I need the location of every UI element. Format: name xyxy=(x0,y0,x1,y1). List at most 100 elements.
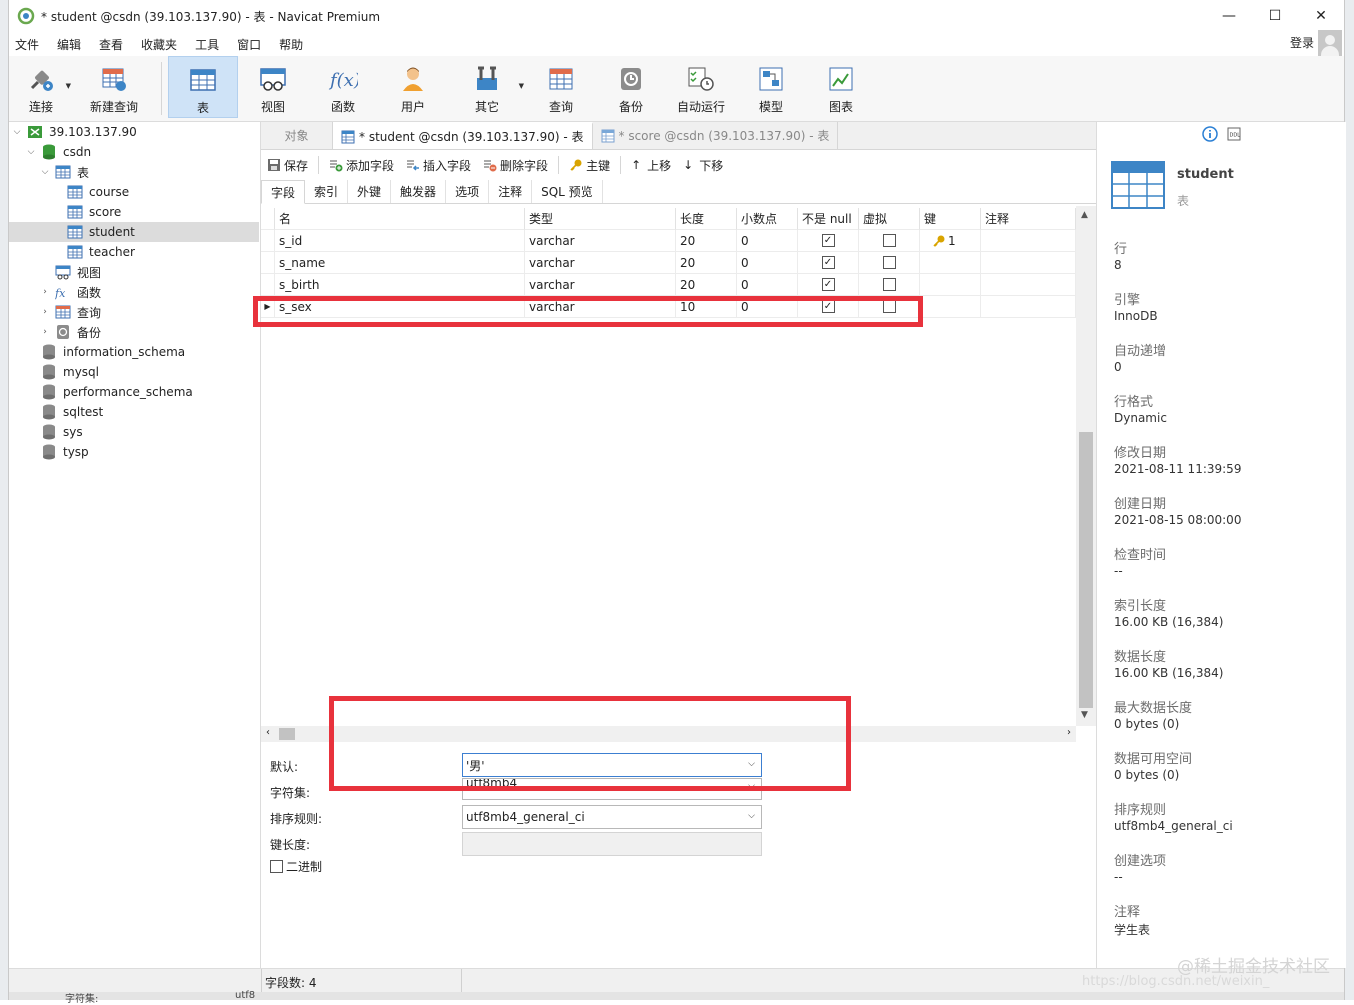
move-down-button[interactable]: ↓ 下移 xyxy=(677,157,729,174)
field-decimals-cell[interactable]: 0 xyxy=(737,296,798,318)
tree-views-group[interactable]: 视图 xyxy=(55,262,101,282)
not-null-cell[interactable]: ✓ xyxy=(798,274,859,296)
login-link[interactable]: 登录 xyxy=(1290,34,1314,51)
comment-cell[interactable] xyxy=(981,296,1076,318)
charset-select[interactable]: utf8mb4 ⌵ xyxy=(462,778,762,800)
tab-foreign-keys[interactable]: 外键 xyxy=(348,180,392,203)
table-row[interactable]: s_birth varchar 20 0 ✓ xyxy=(261,274,1076,296)
move-up-button[interactable]: ↑ 上移 xyxy=(625,157,677,174)
tab-fields[interactable]: 字段 xyxy=(261,180,306,204)
column-header[interactable]: 虚拟 xyxy=(859,208,920,230)
menu-edit[interactable]: 编辑 xyxy=(51,36,93,53)
scroll-up-icon[interactable]: ▲ xyxy=(1081,210,1088,220)
ddl-icon[interactable]: DDL xyxy=(1227,127,1241,141)
toolbar-autorun-button[interactable]: 自动运行 xyxy=(666,56,736,118)
grid-horizontal-scrollbar[interactable]: ‹ › xyxy=(261,726,1076,742)
virtual-checkbox[interactable] xyxy=(882,256,896,269)
table-row[interactable]: ▶ s_sex varchar 10 0 ✓ xyxy=(261,296,1076,318)
field-name-cell[interactable]: s_birth xyxy=(275,274,525,296)
tree-tables-group[interactable]: ⌵ 表 xyxy=(39,162,89,182)
column-header[interactable]: 键 xyxy=(920,208,981,230)
column-header[interactable]: 不是 null xyxy=(798,208,859,230)
toolbar-table-button[interactable]: 表 xyxy=(168,56,238,118)
tree-table-student[interactable]: student xyxy=(9,222,259,242)
scroll-down-icon[interactable]: ▼ xyxy=(1081,710,1088,720)
comment-cell[interactable] xyxy=(981,252,1076,274)
field-decimals-cell[interactable]: 0 xyxy=(737,274,798,296)
primary-key-button[interactable]: 主键 xyxy=(563,157,616,174)
chevron-down-icon[interactable]: ⌵ xyxy=(748,781,755,791)
info-icon[interactable] xyxy=(1202,126,1218,142)
scroll-right-icon[interactable]: › xyxy=(1067,727,1071,738)
field-decimals-cell[interactable]: 0 xyxy=(737,230,798,252)
chevron-down-icon[interactable]: ⌵ xyxy=(748,811,755,821)
maximize-button[interactable]: ☐ xyxy=(1252,0,1298,32)
default-value-combo[interactable]: '男' ⌵ xyxy=(462,753,762,777)
tab-triggers[interactable]: 触发器 xyxy=(391,180,447,203)
toolbar-model-button[interactable]: 模型 xyxy=(736,56,806,118)
grid-vertical-scrollbar[interactable]: ▲ ▼ xyxy=(1076,206,1096,726)
column-header[interactable]: 注释 xyxy=(981,208,1076,230)
toolbar-chart-button[interactable]: 图表 xyxy=(806,56,876,118)
delete-field-button[interactable]: 删除字段 xyxy=(477,157,554,174)
menu-favorites[interactable]: 收藏夹 xyxy=(135,36,189,53)
toolbar-new-query-button[interactable]: 新建查询 xyxy=(73,56,155,118)
tree-database-mysql[interactable]: mysql xyxy=(41,362,99,382)
not-null-cell[interactable]: ✓ xyxy=(798,296,859,318)
virtual-cell[interactable] xyxy=(859,230,920,252)
key-cell[interactable]: 1 xyxy=(920,230,981,252)
toolbar-query-button[interactable]: 查询 xyxy=(526,56,596,118)
menu-window[interactable]: 窗口 xyxy=(231,36,273,53)
tab-student-table[interactable]: * student @csdn (39.103.137.90) - 表 xyxy=(333,122,593,149)
field-type-cell[interactable]: varchar xyxy=(525,252,676,274)
menu-help[interactable]: 帮助 xyxy=(273,36,315,53)
save-button[interactable]: 保存 xyxy=(261,157,314,174)
column-header[interactable]: 名 xyxy=(275,208,525,230)
comment-cell[interactable] xyxy=(981,230,1076,252)
not-null-checkbox[interactable]: ✓ xyxy=(821,278,835,291)
virtual-checkbox[interactable] xyxy=(882,234,896,247)
close-button[interactable]: ✕ xyxy=(1298,0,1344,32)
column-header[interactable]: 长度 xyxy=(676,208,737,230)
avatar[interactable] xyxy=(1318,30,1342,56)
column-header[interactable]: 类型 xyxy=(525,208,676,230)
tree-database-performance-schema[interactable]: performance_schema xyxy=(41,382,193,402)
chevron-down-icon[interactable]: ⌵ xyxy=(748,759,755,769)
tree-table-score[interactable]: score xyxy=(67,202,121,222)
tree-queries-group[interactable]: › 查询 xyxy=(39,302,101,322)
insert-field-button[interactable]: 插入字段 xyxy=(400,157,477,174)
tree-table-course[interactable]: course xyxy=(67,182,129,202)
toolbar-connect-button[interactable]: 连接 ▼ xyxy=(9,56,73,118)
tab-comment[interactable]: 注释 xyxy=(489,180,533,203)
tree-functions-group[interactable]: › fx 函数 xyxy=(39,282,101,302)
menu-tools[interactable]: 工具 xyxy=(189,36,231,53)
toolbar-function-button[interactable]: f(x) 函数 xyxy=(308,56,378,118)
add-field-button[interactable]: 添加字段 xyxy=(323,157,400,174)
scrollbar-thumb[interactable] xyxy=(1079,432,1093,708)
tree-database-csdn[interactable]: ⌵ csdn xyxy=(25,142,91,162)
field-name-cell[interactable]: s_name xyxy=(275,252,525,274)
tree-server[interactable]: ⌵ 39.103.137.90 xyxy=(11,122,137,142)
comment-cell[interactable] xyxy=(981,274,1076,296)
table-row[interactable]: s_name varchar 20 0 ✓ xyxy=(261,252,1076,274)
virtual-cell[interactable] xyxy=(859,252,920,274)
virtual-checkbox[interactable] xyxy=(882,278,896,291)
key-cell[interactable] xyxy=(920,274,981,296)
virtual-checkbox[interactable] xyxy=(882,300,896,313)
tree-database-tysp[interactable]: tysp xyxy=(41,442,89,462)
field-length-cell[interactable]: 20 xyxy=(676,274,737,296)
scrollbar-thumb[interactable] xyxy=(279,728,295,740)
virtual-cell[interactable] xyxy=(859,274,920,296)
key-cell[interactable] xyxy=(920,296,981,318)
tree-database-information-schema[interactable]: information_schema xyxy=(41,342,185,362)
menu-file[interactable]: 文件 xyxy=(9,36,51,53)
not-null-checkbox[interactable]: ✓ xyxy=(821,234,835,247)
table-row[interactable]: s_id varchar 20 0 ✓ 1 xyxy=(261,230,1076,252)
not-null-checkbox[interactable]: ✓ xyxy=(821,300,835,313)
field-name-cell[interactable]: s_sex xyxy=(275,296,525,318)
field-name-cell[interactable]: s_id xyxy=(275,230,525,252)
virtual-cell[interactable] xyxy=(859,296,920,318)
scroll-left-icon[interactable]: ‹ xyxy=(266,727,270,738)
tree-backups-group[interactable]: › 备份 xyxy=(39,322,101,342)
field-length-cell[interactable]: 20 xyxy=(676,230,737,252)
